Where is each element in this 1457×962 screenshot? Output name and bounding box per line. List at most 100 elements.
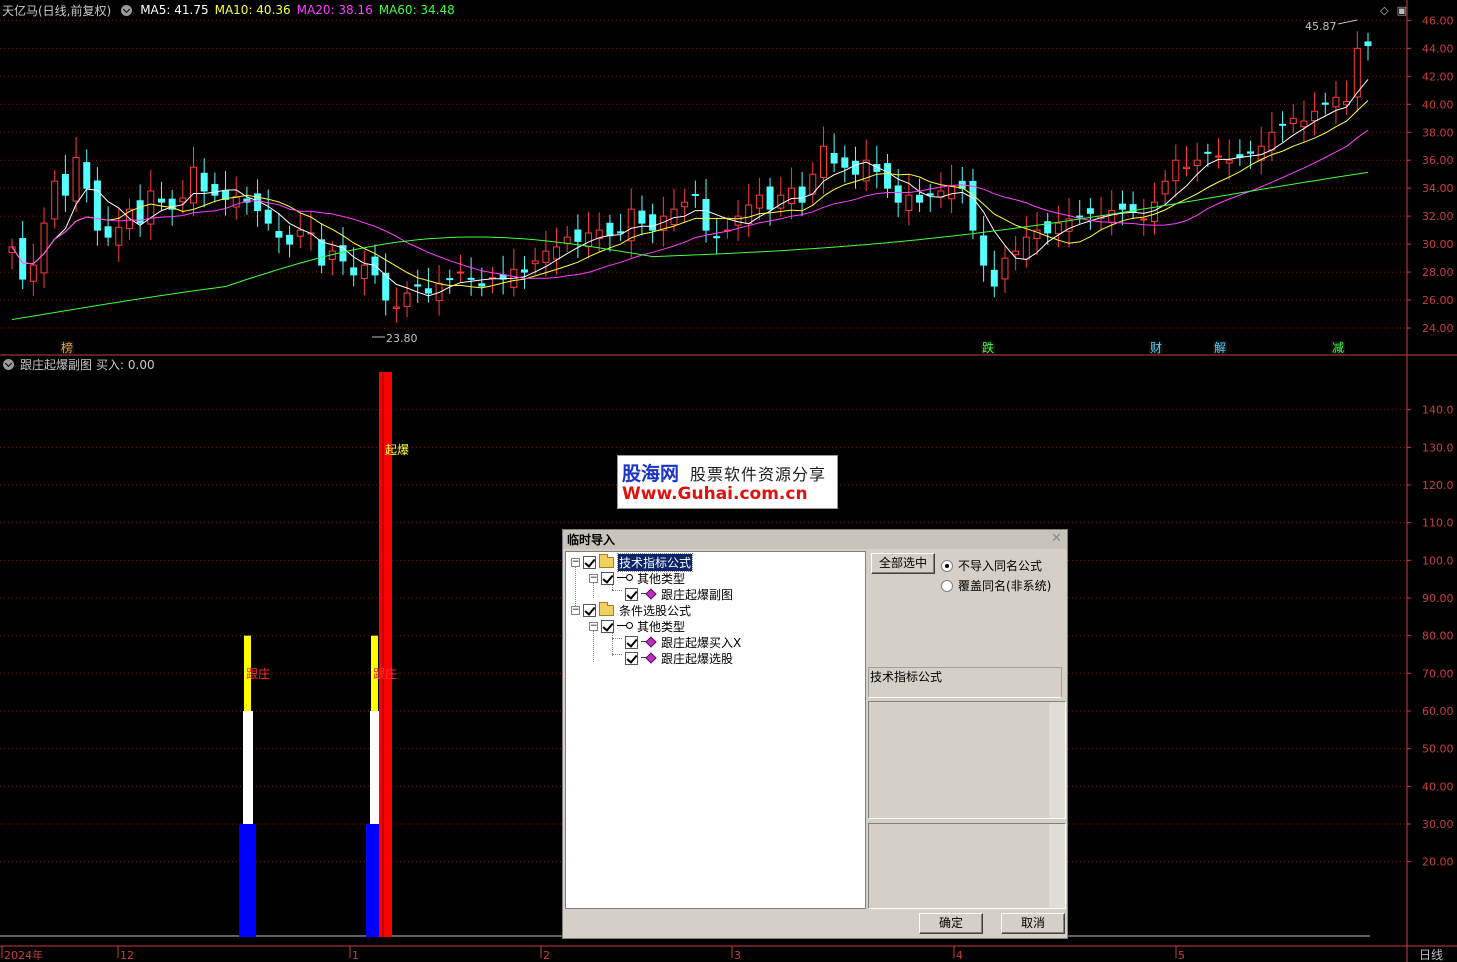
- candle: [1300, 100, 1308, 142]
- stock-title[interactable]: 天亿马(日线,前复权): [2, 2, 111, 19]
- candle: [905, 174, 913, 226]
- candle-body: [1172, 159, 1180, 182]
- checkbox-checked-icon[interactable]: [625, 635, 638, 649]
- close-icon[interactable]: ✕: [1050, 532, 1063, 545]
- tree-node-follow-burst-select[interactable]: 跟庄起爆选股: [625, 650, 734, 666]
- candle-body: [585, 232, 593, 248]
- candle: [542, 230, 550, 277]
- tree-node-follow-burst-buy[interactable]: 跟庄起爆买入X: [625, 634, 742, 650]
- formula-item-icon: [641, 652, 657, 664]
- burst-bar-shade: [382, 372, 384, 937]
- tree-node-label[interactable]: 跟庄起爆选股: [660, 650, 734, 667]
- cancel-button[interactable]: 取消: [1001, 913, 1065, 934]
- dialog-title: 临时导入: [567, 533, 616, 547]
- checkbox-checked-icon[interactable]: [625, 587, 638, 601]
- candle: [734, 199, 742, 242]
- collapse-toggle-icon[interactable]: −: [571, 605, 580, 615]
- candle: [1108, 190, 1116, 236]
- candle: [553, 227, 561, 275]
- candle-body: [542, 250, 550, 263]
- chevron-down-icon[interactable]: [3, 358, 14, 370]
- candle-body: [894, 185, 902, 203]
- formula-tree[interactable]: − 技术指标公式 − 其他类型 跟庄起爆副图 − 条件选股公式 − 其他类型 跟…: [565, 551, 866, 909]
- radio-unselected-icon[interactable]: [941, 579, 953, 592]
- event-marker: 解: [1214, 341, 1226, 355]
- collapse-toggle-icon[interactable]: −: [589, 573, 598, 583]
- chart-toolbar: ◇ ▣: [1380, 4, 1407, 17]
- radio-selected-icon[interactable]: [941, 559, 953, 572]
- time-axis-label: 4: [956, 949, 963, 962]
- candle-body: [1140, 218, 1148, 221]
- candle-body: [29, 264, 37, 282]
- tree-node-other-type-1[interactable]: − 其他类型: [589, 570, 686, 586]
- candle-body: [72, 156, 80, 202]
- collapse-toggle-icon[interactable]: −: [589, 621, 598, 631]
- candle: [1279, 111, 1287, 142]
- window-icon[interactable]: ▣: [1397, 4, 1407, 17]
- tree-node-label[interactable]: 跟庄起爆买入X: [660, 634, 742, 651]
- candle: [894, 169, 902, 218]
- tree-node-other-type-2[interactable]: − 其他类型: [589, 618, 686, 634]
- price-axis-label: 24.00: [1422, 322, 1454, 335]
- sub-axis-label: 80.00: [1422, 630, 1454, 643]
- watermark-logo: 股海网: [622, 463, 680, 485]
- tree-node-label[interactable]: 其他类型: [636, 618, 686, 635]
- tree-node-follow-burst-sub[interactable]: 跟庄起爆副图: [625, 586, 734, 602]
- dialog-titlebar[interactable]: 临时导入 ✕: [563, 530, 1067, 549]
- candle: [585, 212, 593, 259]
- candle-body: [1225, 159, 1233, 164]
- candle-body: [948, 184, 956, 200]
- candle-body: [755, 194, 763, 209]
- candle: [51, 170, 59, 229]
- candle: [617, 213, 625, 241]
- ok-button[interactable]: 确定: [919, 913, 983, 934]
- radio-label[interactable]: 覆盖同名(非系统): [958, 577, 1051, 594]
- key-icon: [617, 621, 633, 631]
- sub-axis-label: 20.00: [1422, 856, 1454, 869]
- candle-body: [830, 153, 838, 164]
- chevron-down-icon[interactable]: [121, 4, 133, 16]
- candle: [29, 244, 37, 296]
- checkbox-checked-icon[interactable]: [583, 555, 596, 569]
- checkbox-checked-icon[interactable]: [583, 603, 596, 617]
- select-all-button[interactable]: 全部选中: [871, 553, 935, 574]
- formula-detail-box[interactable]: [868, 823, 1066, 909]
- radio-no-import-same[interactable]: 不导入同名公式: [941, 557, 1042, 574]
- candle-body: [318, 239, 326, 266]
- candle-body: [766, 186, 774, 210]
- tree-node-label[interactable]: 跟庄起爆副图: [660, 586, 734, 603]
- candle-body: [1086, 208, 1094, 214]
- tree-node-indicator-formulas[interactable]: − 技术指标公式: [571, 552, 694, 572]
- radio-overwrite-same[interactable]: 覆盖同名(非系统): [941, 577, 1051, 594]
- checkbox-checked-icon[interactable]: [601, 619, 614, 633]
- low-price-label: 23.80: [386, 332, 418, 345]
- candle: [83, 149, 91, 203]
- candle-body: [990, 269, 998, 287]
- radio-label[interactable]: 不导入同名公式: [958, 557, 1042, 574]
- candle-body: [1268, 131, 1276, 151]
- candle: [371, 244, 379, 284]
- indicator-title[interactable]: 跟庄起爆副图: [20, 356, 92, 373]
- scrollbar[interactable]: [1049, 824, 1065, 908]
- tree-node-label[interactable]: 技术指标公式: [616, 552, 694, 572]
- candle: [1129, 191, 1137, 220]
- follow-bar-blue: [239, 824, 256, 937]
- indicator-header: 跟庄起爆副图 买入: 0.00: [0, 356, 155, 372]
- watermark-banner: 股海网 股票软件资源分享 Www.Guhai.com.cn: [617, 455, 838, 509]
- diamond-icon[interactable]: ◇: [1380, 4, 1388, 17]
- tree-node-label[interactable]: 其他类型: [636, 570, 686, 587]
- candle: [969, 168, 977, 240]
- candle: [777, 176, 785, 217]
- collapse-toggle-icon[interactable]: −: [571, 557, 580, 567]
- scrollbar[interactable]: [1049, 702, 1065, 818]
- tree-node-label[interactable]: 条件选股公式: [618, 602, 692, 619]
- checkbox-checked-icon[interactable]: [625, 651, 638, 665]
- candle: [179, 179, 187, 214]
- time-axis-label: 5: [1178, 949, 1185, 962]
- candle: [414, 269, 422, 303]
- checkbox-checked-icon[interactable]: [601, 571, 614, 585]
- import-dialog[interactable]: 临时导入 ✕ − 技术指标公式 − 其他类型 跟庄起爆副图 − 条件选股公式 −…: [562, 529, 1068, 939]
- tree-node-stock-select-formulas[interactable]: − 条件选股公式: [571, 601, 692, 619]
- formula-description-box[interactable]: [868, 701, 1066, 819]
- candle: [1321, 92, 1329, 115]
